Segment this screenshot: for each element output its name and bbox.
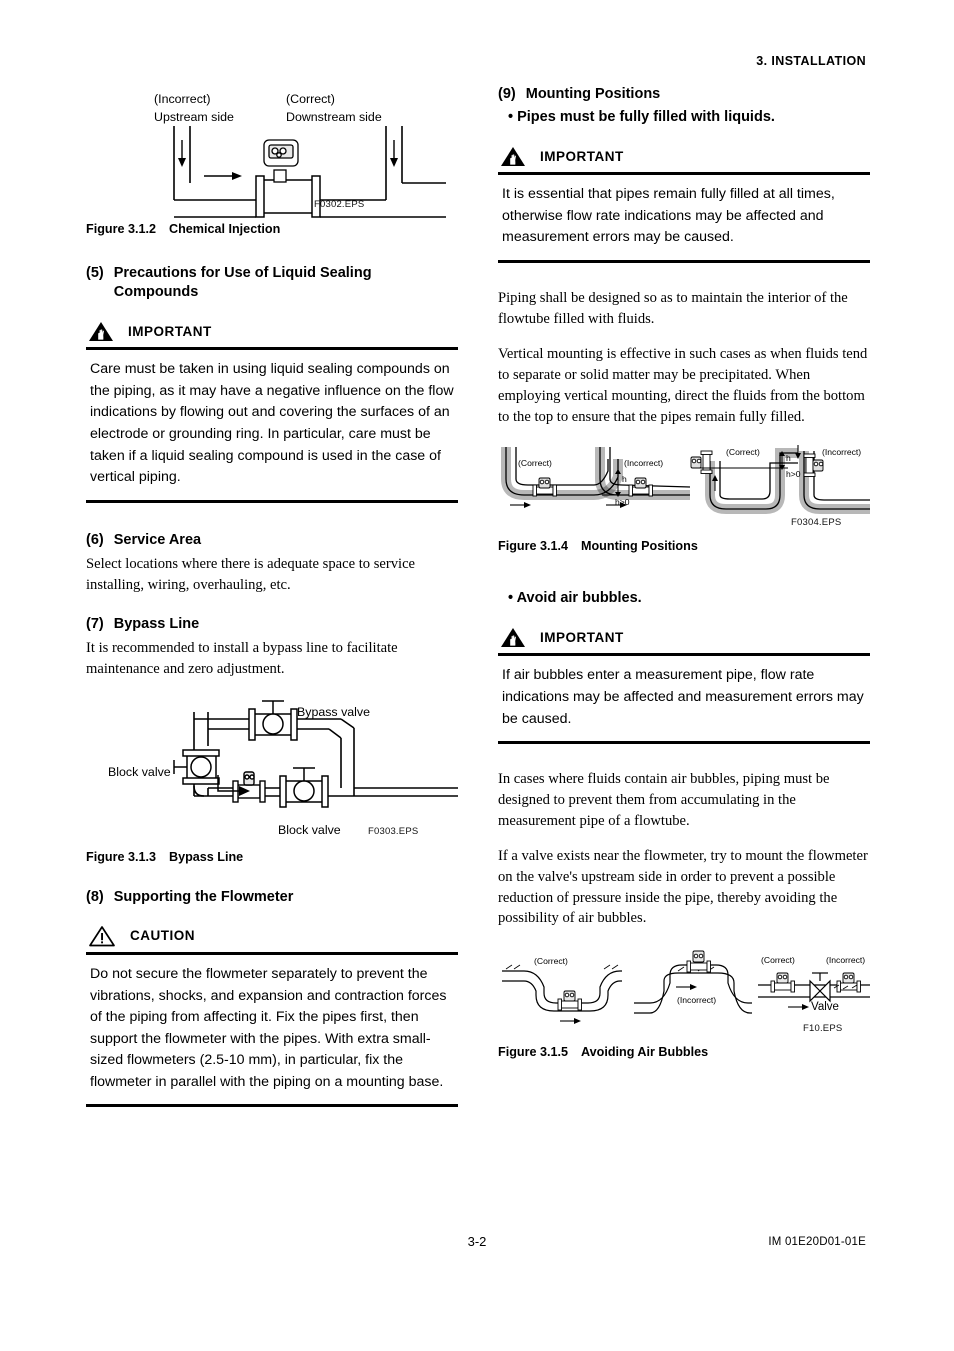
caution-triangle-exclamation-icon xyxy=(88,925,116,947)
figure-3-1-5-file-id: F10.EPS xyxy=(803,1023,843,1035)
figure-3-1-4-caption-number: Figure 3.1.4 xyxy=(498,539,568,554)
chemical-injection-diagram xyxy=(173,126,446,218)
block-valve-bottom-symbol xyxy=(279,767,329,808)
label-a-h-gt-0: h>0 xyxy=(615,497,630,508)
running-header: 3. INSTALLATION xyxy=(756,54,866,68)
section-5-title: Precautions for Use of Liquid Sealing Co… xyxy=(113,265,372,301)
notice-label: IMPORTANT xyxy=(540,629,624,645)
figure-3-1-2-caption-title: Chemical Injection xyxy=(169,222,281,236)
label-c-correct: (Correct) xyxy=(761,955,795,966)
section-9-heading: (9) Mounting Positions xyxy=(498,85,870,104)
block-valve-left-symbol xyxy=(173,749,220,785)
label-c-incorrect: (Incorrect) xyxy=(826,955,866,966)
label-a-correct: (Correct) xyxy=(534,956,568,967)
section-8-title: Supporting the Flowmeter xyxy=(113,888,294,905)
notice-label: IMPORTANT xyxy=(540,148,624,164)
notice-header: IMPORTANT xyxy=(86,318,458,344)
figure-3-1-4-caption-title: Mounting Positions xyxy=(581,539,698,554)
label-c-correct: (Correct) xyxy=(726,447,760,458)
section-7-number: (7) xyxy=(86,616,104,633)
section-9-number: (9) xyxy=(498,86,516,102)
notice-text: Do not secure the flowmeter separately t… xyxy=(90,965,447,1090)
document-code: IM 01E20D01-01E xyxy=(768,1236,866,1248)
figure-3-1-5-canvas: (Correct) (Incorrect) (Correct) (Incorre… xyxy=(498,943,870,1041)
figure-3-1-3-caption: Figure 3.1.3 Bypass Line xyxy=(86,850,458,864)
notice-text: Care must be taken in using liquid seali… xyxy=(90,361,454,486)
section-7-paragraph: It is recommended to install a bypass li… xyxy=(86,640,398,678)
section-5-heading: (5) Precautions for Use of Liquid Sealin… xyxy=(86,264,458,302)
label-c-h: h xyxy=(786,453,791,464)
notice-rule-bottom xyxy=(86,499,458,503)
notice-label: CAUTION xyxy=(130,928,195,944)
figure-3-1-2-caption: Figure 3.1.2 Chemical Injection xyxy=(86,222,458,236)
figure-3-1-2-caption-number: Figure 3.1.2 xyxy=(86,222,156,236)
figure-3-1-3-canvas: Bypass valve Block valve Block valve F03… xyxy=(86,696,458,846)
notice-rule-bottom xyxy=(498,259,870,263)
section-6-number: (6) xyxy=(86,531,104,548)
notice-header: CAUTION xyxy=(86,923,458,949)
section-9-title: Mounting Positions xyxy=(525,86,661,102)
important-notice-air-bubbles: IMPORTANT If air bubbles enter a measure… xyxy=(498,624,870,745)
mounting-c-correct xyxy=(690,448,798,515)
bullet-avoid-air-bubbles: • Avoid air bubbles. xyxy=(508,590,642,607)
bullet-pipes-fully-filled: • Pipes must be fully filled with liquid… xyxy=(508,109,775,126)
figure-3-1-5-caption: Figure 3.1.5 Avoiding Air Bubbles xyxy=(498,1045,870,1059)
figure-3-1-3-caption-title: Bypass Line xyxy=(169,849,244,864)
notice-text: It is essential that pipes remain fully … xyxy=(502,186,835,246)
right-column: (9) Mounting Positions • Pipes must be f… xyxy=(498,78,870,1059)
section-7-heading: (7) Bypass Line xyxy=(86,615,458,634)
section-6-paragraph: Select locations where there is adequate… xyxy=(86,555,416,593)
section-8-number: (8) xyxy=(86,888,104,905)
important-notice-liquid-sealing: IMPORTANT Care must be taken in using li… xyxy=(86,318,458,503)
figure-3-1-3-file-id: F0303.EPS xyxy=(368,825,419,837)
important-triangle-hand-icon xyxy=(500,146,526,167)
label-c-h-gt-0: h>0 xyxy=(786,469,801,480)
figure-3-1-2-file-id: F0302.EPS xyxy=(314,199,365,210)
section-9-paragraph-3: In cases where fluids contain air bubble… xyxy=(498,771,830,829)
label-b-incorrect: (Incorrect) xyxy=(624,458,664,469)
section-9-paragraph-4: If a valve exists near the flowmeter, tr… xyxy=(498,848,868,927)
label-a-h: h xyxy=(622,474,627,485)
notice-label: IMPORTANT xyxy=(128,323,212,339)
figure-3-1-5-caption-title: Avoiding Air Bubbles xyxy=(581,1045,709,1060)
section-9-paragraph-1: Piping shall be designed so as to mainta… xyxy=(498,289,848,327)
important-triangle-hand-icon xyxy=(88,321,114,342)
caution-notice-supporting-flowmeter: CAUTION Do not secure the flowmeter sepa… xyxy=(86,923,458,1108)
figure-3-1-4: (Correct) h h>0 (Incorrect) (Correct) h … xyxy=(498,439,870,553)
label-a-correct: (Correct) xyxy=(518,458,552,469)
notice-rule-bottom xyxy=(86,1104,458,1108)
section-6-title: Service Area xyxy=(113,531,202,548)
label-d-incorrect: (Incorrect) xyxy=(822,447,862,458)
figure-3-1-3: Bypass valve Block valve Block valve F03… xyxy=(86,696,458,864)
notice-rule-bottom xyxy=(498,741,870,745)
notice-header: IMPORTANT xyxy=(498,624,870,650)
important-triangle-hand-icon xyxy=(500,627,526,648)
section-6-heading: (6) Service Area xyxy=(86,531,458,550)
important-notice-pipes-filled: IMPORTANT It is essential that pipes rem… xyxy=(498,143,870,263)
bypass-line-diagram xyxy=(173,700,458,808)
section-9-paragraph-2: Vertical mounting is effective in such c… xyxy=(498,346,868,425)
document-page: 3. INSTALLATION (Incorrect) Upstream sid… xyxy=(0,0,954,1351)
label-valve: Valve xyxy=(811,1001,839,1014)
label-b-incorrect: (Incorrect) xyxy=(677,995,717,1006)
flowmeter-symbol xyxy=(232,771,266,803)
figure-3-1-2: (Incorrect) Upstream side (Correct) Down… xyxy=(86,78,458,236)
figure-3-1-5-caption-number: Figure 3.1.5 xyxy=(498,1045,568,1060)
section-7-title: Bypass Line xyxy=(113,616,200,633)
section-5-number: (5) xyxy=(86,265,104,281)
left-column: (Incorrect) Upstream side (Correct) Down… xyxy=(86,78,458,1108)
figure-3-1-2-canvas: (Incorrect) Upstream side (Correct) Down… xyxy=(86,78,458,218)
figure-3-1-4-caption: Figure 3.1.4 Mounting Positions xyxy=(498,539,870,553)
figure-3-1-4-canvas: (Correct) h h>0 (Incorrect) (Correct) h … xyxy=(498,439,870,535)
bubbles-a-correct xyxy=(502,964,622,1025)
figure-3-1-4-file-id: F0304.EPS xyxy=(791,517,842,529)
notice-text: If air bubbles enter a measurement pipe,… xyxy=(502,667,864,727)
bypass-valve-symbol xyxy=(248,700,298,741)
section-8-heading: (8) Supporting the Flowmeter xyxy=(86,888,458,907)
figure-3-1-5: (Correct) (Incorrect) (Correct) (Incorre… xyxy=(498,943,870,1059)
figure-3-1-3-caption-number: Figure 3.1.3 xyxy=(86,849,156,864)
notice-header: IMPORTANT xyxy=(498,143,870,169)
